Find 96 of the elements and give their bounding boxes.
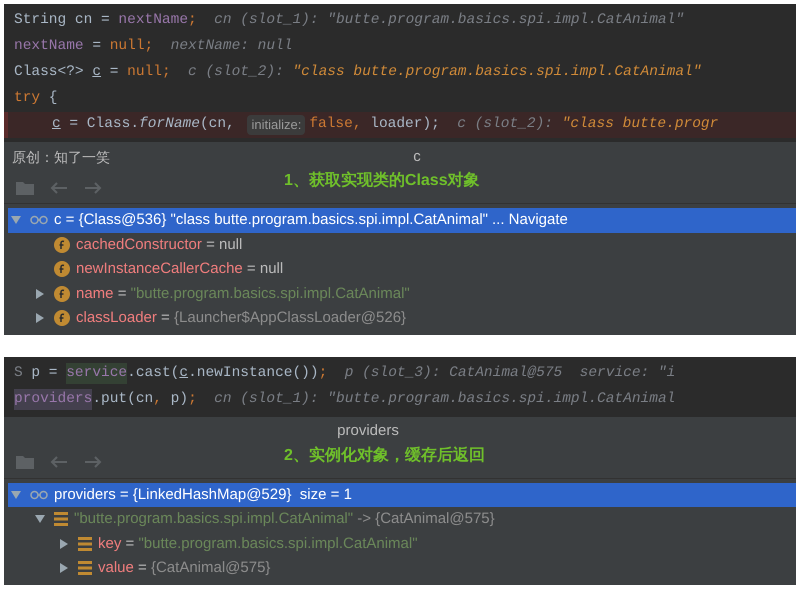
- list-icon: [54, 512, 68, 526]
- author-label: 原创：知了一笑: [12, 148, 110, 166]
- code-token: {: [48, 89, 58, 108]
- code-token: .cast(: [127, 364, 180, 383]
- folder-icon[interactable]: [16, 455, 34, 469]
- parameter-hint: initialize:: [247, 115, 306, 135]
- code-token: .put(cn: [92, 390, 154, 409]
- code-token: loader);: [370, 115, 440, 134]
- collapsed-arrow-icon[interactable]: [35, 288, 45, 299]
- field-icon: [54, 310, 70, 326]
- code-token: "class butte.progr: [562, 115, 718, 134]
- tree-text: key: [98, 534, 122, 554]
- code-token: c: [52, 115, 61, 134]
- code-token: ;: [188, 390, 197, 409]
- tree-text: {CatAnimal@575}: [150, 558, 270, 578]
- forward-arrow-icon[interactable]: [84, 456, 102, 468]
- field-icon: [54, 286, 70, 302]
- code-token: c (slot_2):: [187, 63, 285, 82]
- list-icon: [78, 536, 92, 551]
- tree-row[interactable]: "butte.program.basics.spi.impl.CatAnimal" -> {CatAnimal@575}: [32, 507, 796, 532]
- code-token: =: [108, 63, 120, 82]
- collapsed-arrow-icon[interactable]: [59, 538, 69, 549]
- glasses-icon: [30, 490, 48, 500]
- tree-text: =: [137, 558, 148, 578]
- code-token: forName: [139, 115, 200, 134]
- code-token: false,: [309, 115, 363, 134]
- code-token: p (slot_3): CatAnimal@575 service: "i: [344, 364, 676, 383]
- code-token: .newInstance()): [188, 364, 319, 383]
- forward-arrow-icon[interactable]: [84, 182, 102, 194]
- code-token: nextName: null: [170, 37, 292, 56]
- glasses-icon: [30, 215, 48, 226]
- expanded-arrow-icon[interactable]: [11, 215, 21, 226]
- caption-annotation: 2、实例化对象，缓存后返回: [284, 445, 485, 466]
- code-token: cn (slot_1): "butte.program.basics.spi.impl.CatAnimal: [213, 390, 676, 409]
- tree-text: = null: [205, 234, 242, 254]
- list-icon: [78, 561, 92, 576]
- code-token: cn (slot_1): "butte.program.basics.spi.impl.CatAnimal": [213, 11, 684, 30]
- code-token: String cn =: [14, 11, 111, 30]
- tree-text: {Launcher$AppClassLoader@526}: [174, 308, 406, 328]
- code-token: null;: [110, 37, 154, 56]
- code-token: S: [14, 364, 24, 383]
- tree-text: "butte.program.basics.spi.impl.CatAnimal": [130, 284, 410, 304]
- code-token: c: [179, 364, 188, 383]
- code-token: p): [170, 390, 188, 409]
- tree-row[interactable]: key = "butte.program.basics.spi.impl.CatAnimal": [56, 532, 796, 556]
- collapsed-arrow-icon[interactable]: [59, 563, 69, 574]
- code-token: providers: [14, 388, 92, 410]
- folder-icon[interactable]: [16, 180, 34, 194]
- field-icon: [54, 261, 70, 278]
- tree-row[interactable]: cachedConstructor = null: [32, 232, 796, 257]
- tree-row[interactable]: c = {Class@536} "class butte.program.basics.spi.impl.CatAnimal" ... Navigate: [8, 208, 796, 232]
- expanded-arrow-icon[interactable]: [35, 514, 45, 524]
- field-icon: [54, 236, 70, 253]
- tree-row[interactable]: classLoader = {Launcher$AppClassLoader@526}: [32, 306, 796, 330]
- code-token: =: [91, 37, 102, 56]
- expanded-arrow-icon[interactable]: [11, 490, 21, 500]
- tree-row[interactable]: value = {CatAnimal@575}: [56, 556, 796, 580]
- tree-text: newInstanceCallerCache: [76, 259, 243, 279]
- tree-text: =: [124, 534, 136, 554]
- tree-text: "butte.program.basics.spi.impl.CatAnimal": [74, 509, 354, 529]
- tree-text: -> {CatAnimal@575}: [356, 509, 495, 529]
- code-token: Class<?>: [14, 63, 85, 82]
- code-token: c (slot_2):: [456, 115, 554, 134]
- tree-text: =: [160, 308, 171, 328]
- tree-text: = null: [246, 259, 284, 279]
- tree-text: classLoader: [76, 308, 157, 328]
- navigate-link[interactable]: ... Navigate: [492, 209, 568, 232]
- code-token: null;: [127, 63, 171, 82]
- code-token: "class butte.program.basics.spi.impl.CatAnimal": [292, 63, 702, 82]
- code-token: nextName: [14, 37, 84, 56]
- panel-header: providers: [337, 421, 399, 442]
- code-token: c: [92, 63, 102, 82]
- caption-annotation: 1、获取实现类的Class对象: [284, 170, 480, 191]
- tree-text: c = {Class@536} "class butte.program.basics.spi.impl.CatAnimal": [54, 210, 488, 230]
- code-token: service: [66, 362, 128, 384]
- tree-text: =: [116, 284, 128, 304]
- code-token: (cn,: [200, 115, 236, 134]
- back-arrow-icon[interactable]: [50, 182, 68, 194]
- code-token: p =: [31, 364, 59, 383]
- back-arrow-icon[interactable]: [50, 456, 68, 468]
- tree-text: "butte.program.basics.spi.impl.CatAnimal": [138, 534, 418, 554]
- tree-text: cachedConstructor: [76, 234, 202, 254]
- code-token: nextName: [118, 11, 188, 30]
- code-token: try: [14, 89, 40, 108]
- panel-header: c: [413, 146, 421, 167]
- tree-text: providers = {LinkedHashMap@529} size = 1: [54, 484, 352, 504]
- code-token: ;: [188, 11, 197, 30]
- tree-row[interactable]: newInstanceCallerCache = null: [32, 257, 796, 282]
- tree-text: name: [76, 284, 114, 304]
- code-token: ;: [318, 364, 328, 383]
- tree-row[interactable]: name = "butte.program.basics.spi.impl.CatAnimal": [32, 282, 796, 306]
- tree-row[interactable]: providers = {LinkedHashMap@529} size = 1: [8, 482, 796, 507]
- code-token: = Class.: [68, 115, 140, 134]
- collapsed-arrow-icon[interactable]: [35, 313, 45, 324]
- code-token: ,: [153, 390, 163, 409]
- tree-text: value: [98, 558, 134, 578]
